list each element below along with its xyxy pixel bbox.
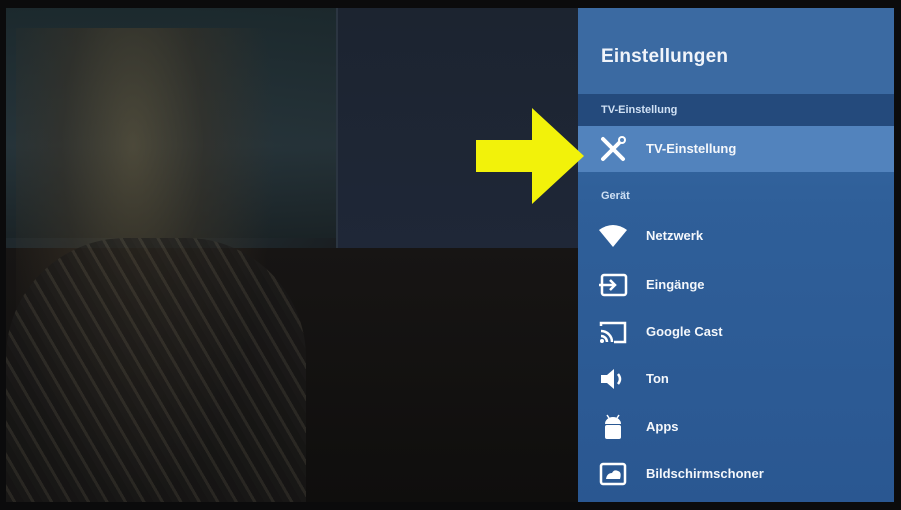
input-icon: [599, 273, 628, 297]
menu-item-network[interactable]: Netzwerk: [578, 213, 894, 259]
menu-item-apps[interactable]: Apps: [578, 404, 894, 450]
menu-item-google-cast[interactable]: Google Cast: [578, 309, 894, 355]
menu-item-label: Netzwerk: [646, 228, 704, 243]
menu-item-label: Google Cast: [646, 324, 723, 339]
cast-icon: [599, 321, 627, 344]
screensaver-icon: [599, 462, 627, 486]
presenter-body: [6, 238, 306, 502]
speaker-icon: [601, 369, 622, 389]
menu-item-sound[interactable]: Ton: [578, 356, 894, 402]
menu-item-label: Ton: [646, 371, 669, 386]
tv-screen: Einstellungen TV-Einstellung TV-Einstell…: [6, 8, 894, 502]
section-tv-settings: TV-Einstellung: [578, 94, 894, 126]
settings-panel: Einstellungen TV-Einstellung TV-Einstell…: [578, 8, 894, 502]
menu-item-label: Bildschirmschoner: [646, 466, 764, 481]
background-video: [6, 8, 578, 502]
section-device-label: Gerät: [601, 190, 630, 202]
tools-icon: [601, 136, 626, 161]
yellow-arrow-annotation: [476, 108, 584, 204]
wifi-icon: [599, 225, 627, 247]
settings-header: Einstellungen: [578, 8, 894, 94]
menu-item-label: Eingänge: [646, 277, 705, 292]
menu-item-tv-settings[interactable]: TV-Einstellung: [578, 126, 894, 172]
section-tv-label: TV-Einstellung: [601, 104, 678, 116]
menu-item-screensaver[interactable]: Bildschirmschoner: [578, 451, 894, 497]
settings-title: Einstellungen: [601, 46, 729, 67]
menu-item-label: TV-Einstellung: [646, 141, 737, 156]
menu-item-label: Apps: [646, 419, 679, 434]
android-icon: [605, 414, 621, 439]
menu-item-inputs[interactable]: Eingänge: [578, 262, 894, 308]
